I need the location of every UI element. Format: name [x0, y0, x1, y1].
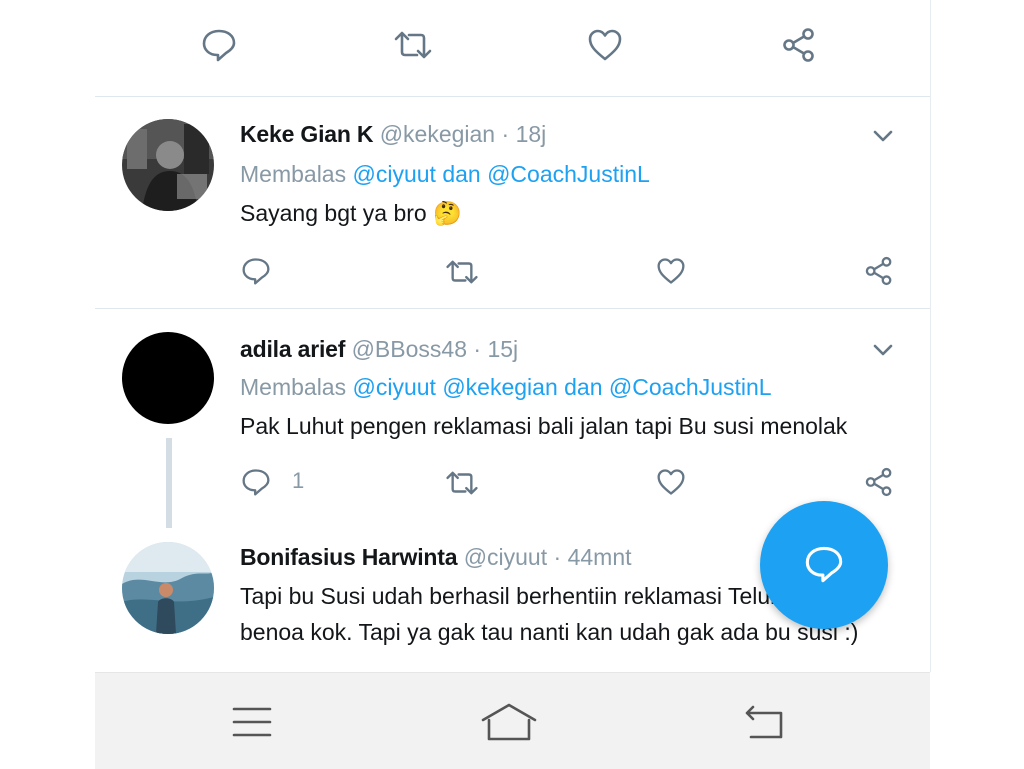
like-icon[interactable]	[656, 468, 686, 496]
reply-prefix: Membalas	[240, 161, 347, 187]
tweet-text: Pak Luhut pengen reklamasi bali jalan ta…	[240, 413, 848, 439]
retweet-icon[interactable]	[445, 259, 479, 285]
tweet-header: Keke Gian K @kekegian · 18j	[240, 121, 546, 148]
share-icon[interactable]	[864, 256, 894, 286]
author-name[interactable]: adila arief	[240, 336, 345, 362]
author-handle[interactable]: @ciyuut	[464, 544, 547, 570]
author-handle[interactable]: @BBoss48	[352, 336, 467, 362]
reply-mentions[interactable]: @ciyuut dan @CoachJustinL	[353, 161, 650, 187]
thread-connector	[166, 438, 172, 528]
system-navigation-bar	[95, 672, 930, 769]
author-name[interactable]: Keke Gian K	[240, 121, 373, 147]
author-name[interactable]: Bonifasius Harwinta	[240, 544, 457, 570]
separator: ·	[473, 336, 482, 362]
reply-icon[interactable]	[201, 28, 237, 62]
reply-icon[interactable]	[241, 468, 271, 496]
tweet-kekegian[interactable]: Keke Gian K @kekegian · 18j Membalas @ci…	[95, 97, 930, 309]
compose-reply-button[interactable]	[760, 501, 888, 629]
tweet-text-line-2: benoa kok. Tapi ya gak tau nanti kan uda…	[240, 619, 859, 645]
tweet-text: Sayang bgt ya bro 🤔	[240, 194, 462, 232]
retweet-icon[interactable]	[393, 30, 433, 60]
retweet-icon[interactable]	[445, 470, 479, 496]
like-icon[interactable]	[587, 28, 623, 62]
reply-mentions[interactable]: @ciyuut @kekegian dan @CoachJustinL	[353, 374, 772, 400]
timestamp[interactable]: 44mnt	[568, 544, 632, 570]
separator: ·	[553, 544, 562, 570]
menu-icon[interactable]	[232, 705, 272, 739]
share-icon[interactable]	[781, 27, 817, 63]
reply-icon[interactable]	[241, 257, 271, 285]
chevron-down-icon[interactable]	[872, 343, 894, 357]
chevron-down-icon[interactable]	[872, 129, 894, 143]
like-icon[interactable]	[656, 257, 686, 285]
avatar[interactable]	[122, 119, 214, 211]
tweet-text-content: Sayang bgt ya bro	[240, 200, 427, 226]
tweet-text-line-1: Tapi bu Susi udah berhasil berhentiin re…	[240, 583, 782, 609]
reply-count: 1	[292, 468, 305, 493]
home-icon[interactable]	[480, 702, 538, 742]
reply-prefix: Membalas	[240, 374, 347, 400]
back-icon[interactable]	[743, 704, 787, 740]
share-icon[interactable]	[864, 467, 894, 497]
thinking-face-emoji: 🤔	[433, 200, 462, 226]
tweet-header: Bonifasius Harwinta @ciyuut · 44mnt	[240, 544, 632, 571]
timestamp[interactable]: 18j	[516, 121, 547, 147]
avatar[interactable]	[122, 542, 214, 634]
tweet-header: adila arief @BBoss48 · 15j	[240, 336, 518, 363]
timeline-screen: Keke Gian K @kekegian · 18j Membalas @ci…	[95, 0, 930, 768]
author-handle[interactable]: @kekegian	[380, 121, 495, 147]
avatar[interactable]	[122, 332, 214, 424]
previous-tweet-actions	[95, 0, 930, 97]
separator: ·	[501, 121, 510, 147]
reply-context: Membalas @ciyuut dan @CoachJustinL	[240, 161, 650, 188]
frame-edge	[930, 0, 931, 672]
reply-context: Membalas @ciyuut @kekegian dan @CoachJus…	[240, 374, 772, 401]
timestamp[interactable]: 15j	[487, 336, 518, 362]
compose-reply-icon	[804, 545, 844, 583]
